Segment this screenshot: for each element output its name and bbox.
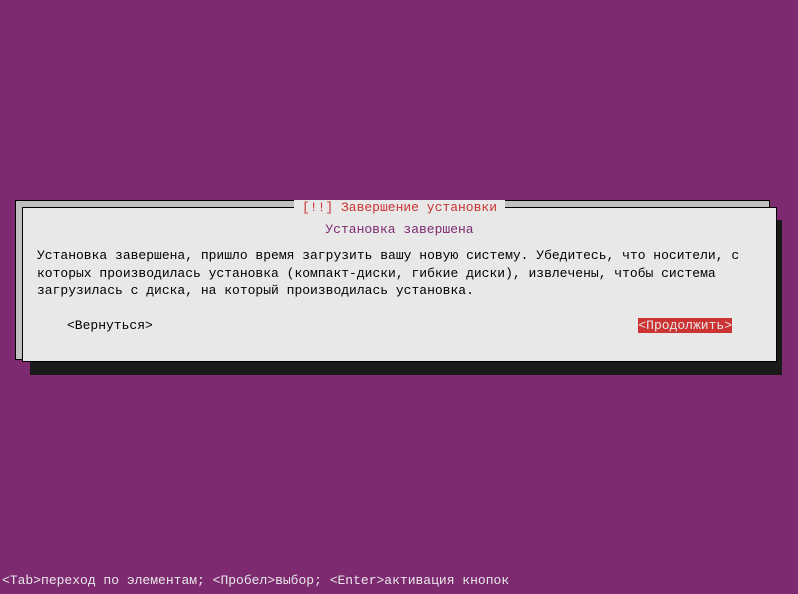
button-row: <Вернуться> <Продолжить>: [37, 318, 762, 333]
space-text: выбор;: [275, 573, 330, 588]
dialog-title: [!!] Завершение установки: [294, 200, 505, 215]
back-button[interactable]: <Вернуться>: [67, 318, 153, 333]
installation-complete-dialog: [!!] Завершение установки Установка заве…: [22, 207, 777, 362]
tab-text: переход по элементам;: [41, 573, 213, 588]
continue-button[interactable]: <Продолжить>: [638, 318, 732, 333]
enter-text: активация кнопок: [384, 573, 509, 588]
footer-help-bar: <Tab>переход по элементам; <Пробел>выбор…: [2, 573, 509, 588]
enter-key-hint: <Enter>: [330, 573, 385, 588]
dialog-title-bar: [!!] Завершение установки: [23, 200, 776, 215]
dialog-message: Установка завершена, пришло время загруз…: [37, 247, 762, 300]
tab-key-hint: <Tab>: [2, 573, 41, 588]
space-key-hint: <Пробел>: [213, 573, 275, 588]
dialog-content: Установка завершена Установка завершена,…: [23, 208, 776, 343]
dialog-subtitle: Установка завершена: [37, 222, 762, 237]
